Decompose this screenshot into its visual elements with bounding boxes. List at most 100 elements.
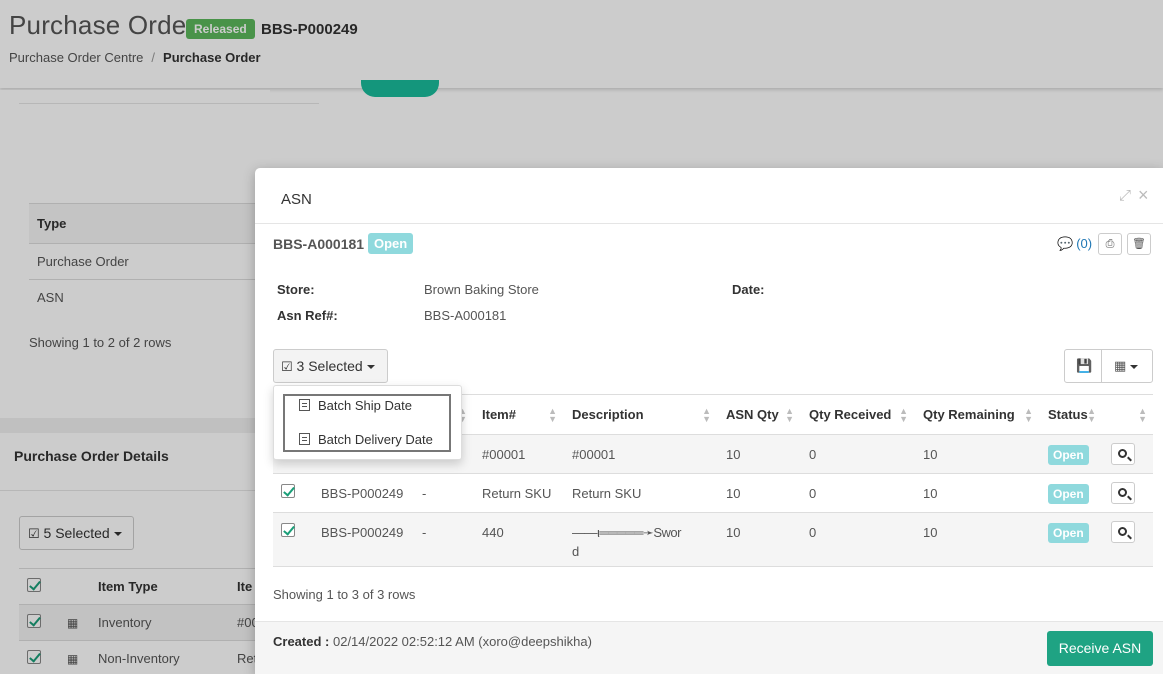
column-label: ASN Qty (726, 407, 779, 422)
asn-status-badge: Open (368, 233, 414, 254)
status-cell: Open (1039, 473, 1102, 513)
receive-asn-button[interactable]: Receive ASN (1047, 631, 1153, 666)
status-cell: Open (1039, 434, 1102, 474)
item-cell: Return SKU (473, 473, 563, 513)
print-button[interactable]: ⎙ (1098, 233, 1122, 255)
menu-item-label: Batch Ship Date (318, 398, 412, 413)
description-cell: ——ι═════➛Swor d (563, 512, 717, 567)
column-label: Status (1048, 407, 1088, 422)
qty-remaining-cell: 10 (914, 473, 1039, 513)
description-line: ——ι═════➛Swor (572, 525, 681, 540)
menu-item-batch-delivery-date[interactable]: Batch Delivery Date (299, 432, 433, 447)
save-icon[interactable]: 💾 (1076, 358, 1092, 374)
qty-received-column-header[interactable]: Qty Received ▲ ▼ (800, 394, 914, 435)
qty-received-cell: 0 (800, 473, 914, 513)
asn-modal: ASN ⤢ × BBS-A000181 Open 💬 (0) ⎙ 🗑 Store:… (255, 168, 1163, 674)
caret-down-icon (1130, 364, 1139, 369)
comments-count: (0) (1076, 236, 1093, 251)
dash-cell: - (413, 473, 473, 513)
sort-icon: ▲ ▼ (702, 406, 711, 424)
selected-count-label: 3 Selected (296, 358, 363, 374)
created-info: Created : 02/14/2022 02:52:12 AM (xoro@d… (273, 634, 592, 649)
row-checkbox-cell[interactable] (273, 512, 312, 567)
column-label: Item# (482, 407, 516, 422)
asn-number: BBS-A000181 (273, 236, 365, 252)
qty-received-cell: 0 (800, 512, 914, 567)
description-cell: #00001 (563, 434, 717, 474)
actions-column-header[interactable]: ▲ ▼ (1102, 394, 1153, 435)
divider (1101, 350, 1102, 382)
actions-cell (1102, 512, 1153, 567)
columns-icon: ▦ (1114, 358, 1127, 373)
list-icon (299, 399, 310, 411)
view-button[interactable] (1111, 443, 1135, 465)
columns-toggle[interactable]: ▦ (1114, 358, 1139, 374)
status-column-header[interactable]: Status ▲ ▼ (1039, 394, 1102, 435)
item-cell: 440 (473, 512, 563, 567)
actions-cell (1102, 434, 1153, 474)
asn-qty-cell: 10 (717, 473, 800, 513)
search-icon (1118, 488, 1127, 497)
trash-icon: 🗑 (1132, 238, 1146, 250)
close-icon[interactable]: × (1138, 186, 1149, 204)
caret-down-icon (366, 365, 375, 370)
table-toolbar: 💾 ▦ (1064, 349, 1153, 383)
asn-qty-cell: 10 (717, 512, 800, 567)
store-value: Brown Baking Store (424, 282, 539, 297)
selected-actions-menu: Batch Ship Date Batch Delivery Date (273, 385, 462, 460)
table-row: BBS-P000249 - Return SKU Return SKU 10 0… (273, 473, 1153, 513)
column-label: Description (572, 407, 644, 422)
item-cell: #00001 (473, 434, 563, 474)
modal-title: ASN (281, 191, 312, 208)
status-badge: Open (1048, 523, 1089, 543)
comments-link[interactable]: 💬 (0) (1057, 236, 1092, 252)
table-pagination: Showing 1 to 3 of 3 rows (273, 587, 416, 602)
search-icon (1118, 449, 1127, 458)
sort-icon: ▲ ▼ (548, 406, 557, 424)
view-button[interactable] (1111, 521, 1135, 543)
modal-header: ASN ⤢ × (255, 168, 1163, 224)
sort-icon: ▲ ▼ (1138, 406, 1147, 424)
delete-button[interactable]: 🗑 (1127, 233, 1151, 255)
sort-icon: ▲ ▼ (785, 406, 794, 424)
column-label: Qty Received (809, 407, 892, 422)
dash-cell: - (413, 512, 473, 567)
description-cell: Return SKU (563, 473, 717, 513)
list-icon (299, 433, 310, 445)
comment-icon: 💬 (1057, 236, 1074, 251)
qty-remaining-column-header[interactable]: Qty Remaining ▲ ▼ (914, 394, 1039, 435)
menu-item-label: Batch Delivery Date (318, 432, 433, 447)
row-checkbox[interactable] (281, 523, 295, 537)
po-cell: BBS-P000249 (312, 473, 413, 513)
status-badge: Open (1048, 484, 1089, 504)
qty-remaining-cell: 10 (914, 512, 1039, 567)
asn-ref-value: BBS-A000181 (424, 308, 507, 323)
menu-item-batch-ship-date[interactable]: Batch Ship Date (299, 398, 412, 413)
asn-qty-cell: 10 (717, 434, 800, 474)
sort-icon: ▲ ▼ (899, 406, 908, 424)
status-badge: Open (1048, 445, 1089, 465)
item-column-header[interactable]: Item# ▲ ▼ (473, 394, 563, 435)
row-checkbox-cell[interactable] (273, 473, 312, 513)
store-label: Store: (277, 282, 315, 297)
expand-icon[interactable]: ⤢ (1119, 188, 1131, 203)
qty-received-cell: 0 (800, 434, 914, 474)
description-column-header[interactable]: Description ▲ ▼ (563, 394, 717, 435)
table-row: BBS-P000249 - 440 ——ι═════➛Swor d 10 0 10… (273, 512, 1153, 567)
column-label: Qty Remaining (923, 407, 1015, 422)
qty-remaining-cell: 10 (914, 434, 1039, 474)
status-cell: Open (1039, 512, 1102, 567)
asn-qty-column-header[interactable]: ASN Qty ▲ ▼ (717, 394, 800, 435)
view-button[interactable] (1111, 482, 1135, 504)
check-square-icon: ☑ (281, 359, 293, 374)
selected-rows-dropdown[interactable]: ☑ 3 Selected (273, 349, 388, 383)
asn-ref-label: Asn Ref#: (277, 308, 338, 323)
created-value: 02/14/2022 02:52:12 AM (xoro@deepshikha) (332, 634, 592, 649)
row-checkbox[interactable] (281, 484, 295, 498)
po-cell: BBS-P000249 (312, 512, 413, 567)
created-label: Created : (273, 634, 330, 649)
date-label: Date: (732, 282, 765, 297)
search-icon (1118, 527, 1127, 536)
modal-footer: Created : 02/14/2022 02:52:12 AM (xoro@d… (255, 621, 1163, 674)
sort-icon: ▲ ▼ (1024, 406, 1033, 424)
